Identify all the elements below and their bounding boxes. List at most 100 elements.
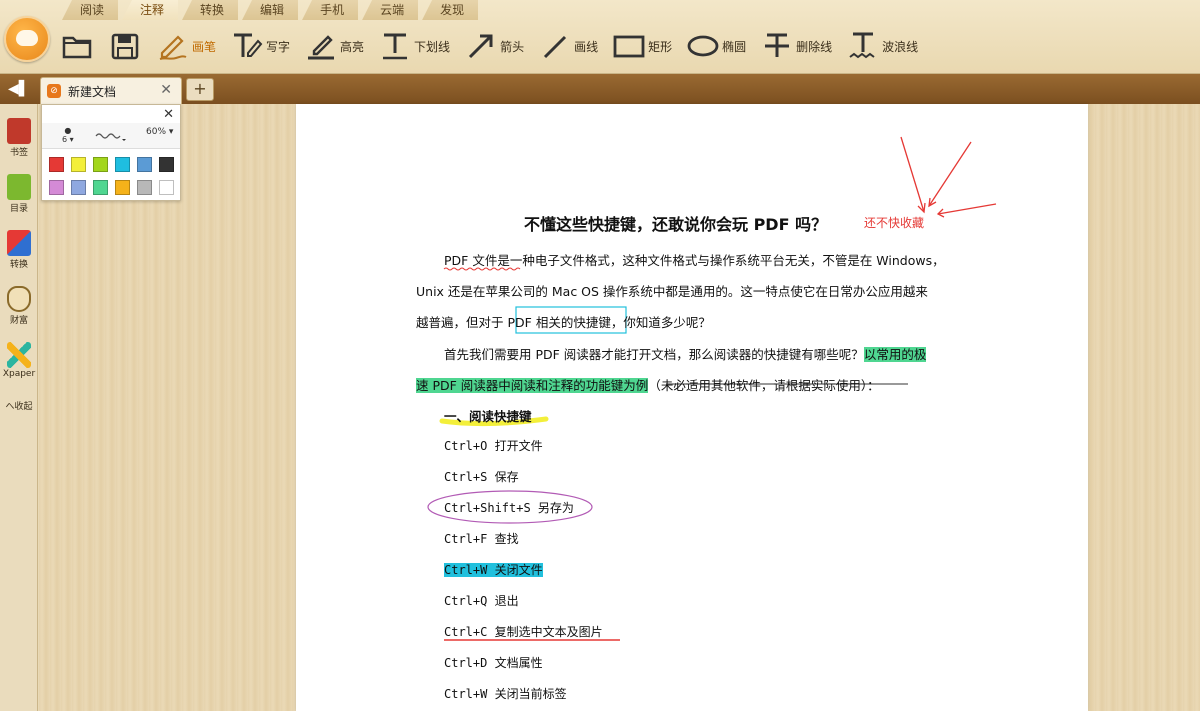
color-swatch-black[interactable]: [159, 157, 174, 172]
shortcut-item: Ctrl+F 查找: [444, 532, 519, 546]
text-pen-icon: [234, 33, 263, 57]
sidebar-item-outline[interactable]: 目录: [0, 174, 38, 214]
tab-mobile[interactable]: 手机: [302, 0, 359, 20]
arrow-tool[interactable]: 箭头: [464, 26, 524, 66]
tab-discover[interactable]: 发现: [422, 0, 479, 20]
sidebar-item-label: 目录: [9, 204, 28, 214]
underline-tool[interactable]: 下划线: [378, 26, 450, 66]
sidebar-item-convert[interactable]: 转换: [0, 230, 38, 270]
shortcut-item: Ctrl+Shift+S 另存为: [444, 501, 574, 515]
save-button[interactable]: [108, 26, 142, 66]
color-swatch-cyan[interactable]: [115, 157, 130, 172]
strikethrough-tool[interactable]: 删除线: [760, 26, 832, 66]
sidebar-item-label: 财富: [9, 316, 28, 326]
app-logo[interactable]: [4, 16, 50, 62]
color-swatch-periwinkle[interactable]: [71, 180, 86, 195]
section-heading: 一、阅读快捷键: [444, 409, 532, 424]
text-segment: 首先我们需要用 PDF 阅读器才能打开文档，那么阅读器的快捷键有哪些呢？: [444, 347, 864, 362]
document-tab-title: 新建文档: [68, 84, 117, 99]
shortcut-item: Ctrl+W 关闭文件: [444, 561, 543, 578]
close-tab-icon[interactable]: ✕: [160, 82, 172, 98]
pdf-page[interactable]: 不懂这些快捷键，还敢说你会玩 PDF 吗？ 还不快收藏 PDF 文件是一种电子文…: [296, 104, 1088, 711]
new-tab-button[interactable]: +: [186, 78, 214, 101]
boxed-text: PDF 相关的快捷键: [507, 315, 611, 330]
text-segment: 越普遍，但对于: [416, 315, 504, 330]
arrow-icon: [469, 34, 493, 59]
folder-open-icon: [62, 36, 92, 59]
size-selector[interactable]: ● 6 ▾: [62, 126, 74, 144]
rectangle-label: 矩形: [648, 39, 673, 54]
red-arrow-annotations[interactable]: [900, 136, 997, 218]
color-swatch-lime[interactable]: [93, 157, 108, 172]
sidebar-item-label: Xpaper: [2, 369, 36, 379]
line-style-selector[interactable]: [94, 129, 128, 143]
color-swatch-yellow[interactable]: [71, 157, 86, 172]
pencil-label: 画笔: [192, 39, 217, 54]
sidebar-item-xpaper[interactable]: Xpaper: [0, 342, 38, 379]
paragraph-line: 速 PDF 阅读器中阅读和注释的功能键为例（未必适用其他软件，请根据实际使用）：: [416, 375, 880, 394]
opacity-value: 60%: [146, 127, 167, 137]
logo-mascot-icon: [16, 30, 38, 46]
left-sidebar: 书签 目录 转换 财富 Xpaper へ收起: [0, 104, 38, 711]
collapse-back-icon[interactable]: ◀▌: [8, 81, 30, 97]
color-swatch-red[interactable]: [49, 157, 64, 172]
wavy-underline-icon: [849, 32, 875, 59]
tab-read[interactable]: 阅读: [62, 0, 119, 20]
underline-label: 下划线: [414, 39, 451, 54]
shortcut-item: Ctrl+S 保存: [444, 470, 519, 484]
paragraph-line: 首先我们需要用 PDF 阅读器才能打开文档，那么阅读器的快捷键有哪些呢？以常用的…: [444, 344, 927, 363]
size-value: 6: [62, 135, 68, 144]
ellipse-tool[interactable]: 椭圆: [686, 26, 746, 66]
annotation-layer: [427, 136, 997, 641]
line-tool[interactable]: 画线: [538, 26, 598, 66]
opacity-selector[interactable]: 60% ▾: [146, 127, 173, 137]
color-swatch-purple[interactable]: [49, 180, 64, 195]
pencil-tool[interactable]: 画笔: [156, 26, 216, 66]
save-icon: [111, 33, 139, 60]
underline-icon: [383, 33, 408, 60]
highlight-tool[interactable]: 高亮: [304, 26, 364, 66]
highlighted-text: 以常用的极: [863, 347, 927, 362]
wavy-line-label: 波浪线: [882, 39, 919, 54]
close-icon[interactable]: ✕: [163, 107, 174, 122]
sidebar-collapse-label: へ收起: [5, 402, 33, 412]
arrow-label: 箭头: [500, 39, 525, 54]
highlighted-text: 速 PDF 阅读器中阅读和注释的功能键为例: [416, 378, 649, 393]
line-icon: [544, 35, 567, 59]
ellipse-label: 椭圆: [722, 39, 747, 54]
tab-annotate[interactable]: 注释: [122, 0, 179, 20]
paragraph-line: Unix 还是在苹果公司的 Mac OS 操作系统中都是通用的。这一特点使它在日…: [416, 284, 928, 299]
sidebar-collapse-button[interactable]: へ收起: [0, 398, 38, 412]
sidebar-item-bookmarks[interactable]: 书签: [0, 118, 38, 158]
highlighter-icon: [308, 35, 335, 60]
write-tool[interactable]: 写字: [230, 26, 290, 66]
menu-tabs: 阅读 注释 转换 编辑 手机 云端 发现: [62, 0, 482, 20]
bookmark-icon: [7, 118, 31, 144]
tool-row: 画笔 写字 高亮 下划线 箭头 画线 矩形 椭圆 删除线 波浪线: [60, 26, 932, 66]
annotation-note[interactable]: 还不快收藏: [864, 214, 924, 231]
wavy-line-tool[interactable]: 波浪线: [846, 26, 918, 66]
color-swatch-orange[interactable]: [115, 180, 130, 195]
pencil-icon: [159, 35, 187, 60]
document-tab[interactable]: ⊘ 新建文档 ✕: [40, 77, 182, 104]
pen-settings-popup: ✕ ● 6 ▾ 60% ▾: [41, 104, 181, 201]
shortcut-item: Ctrl+O 打开文件: [444, 439, 543, 453]
shortcut-item: Ctrl+C 复制选中文本及图片: [444, 625, 603, 639]
pen-options-row: ● 6 ▾ 60% ▾: [42, 123, 180, 149]
open-file-button[interactable]: [60, 26, 94, 66]
tab-cloud[interactable]: 云端: [362, 0, 419, 20]
strikethrough-icon: [765, 33, 790, 57]
color-swatch-gray[interactable]: [137, 180, 152, 195]
tab-edit[interactable]: 编辑: [242, 0, 299, 20]
sidebar-item-wealth[interactable]: 财富: [0, 286, 38, 326]
tab-convert[interactable]: 转换: [182, 0, 239, 20]
color-swatch-green[interactable]: [93, 180, 108, 195]
struck-text: （未必适用其他软件，请根据实际使用）：: [648, 378, 880, 393]
outline-icon: [7, 174, 31, 200]
color-swatch-white[interactable]: [159, 180, 174, 195]
ellipse-icon: [687, 35, 719, 57]
sidebar-item-label: 书签: [9, 148, 28, 158]
convert-icon: [7, 230, 31, 256]
rectangle-tool[interactable]: 矩形: [612, 26, 672, 66]
color-swatch-blue[interactable]: [137, 157, 152, 172]
